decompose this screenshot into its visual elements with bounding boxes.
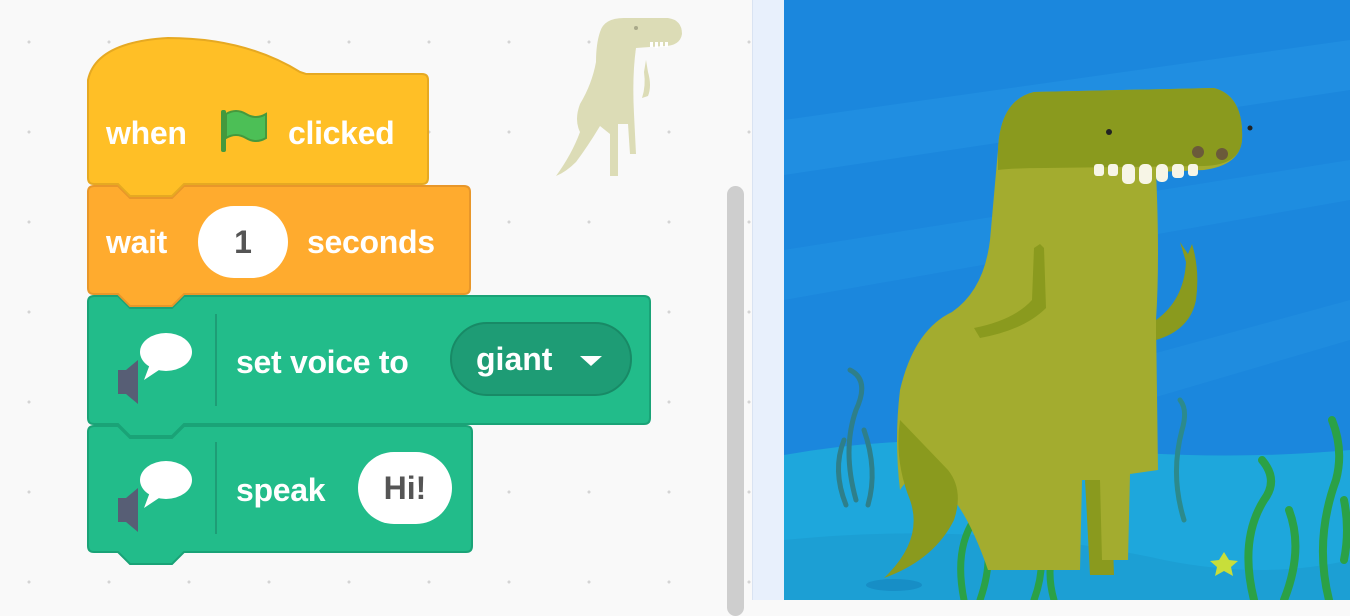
code-workspace[interactable]: when clicked wait 1 seconds set voice to… <box>0 0 752 616</box>
dropdown-caret-icon <box>580 356 602 366</box>
green-flag-icon <box>221 110 267 152</box>
text-to-speech-icon <box>118 333 192 404</box>
voice-dropdown[interactable]: giant <box>450 322 632 396</box>
speak-text-input[interactable]: Hi! <box>358 452 452 524</box>
stage[interactable] <box>784 0 1350 600</box>
clicked-label: clicked <box>288 115 395 151</box>
block-icon-separator <box>215 314 217 406</box>
block-icon-separator <box>215 442 217 534</box>
workspace-vertical-scrollbar[interactable] <box>727 186 744 616</box>
workspace-stage-divider <box>752 0 785 600</box>
text-to-speech-icon <box>118 461 192 532</box>
speak-label: speak <box>236 472 326 508</box>
when-label: when <box>106 115 187 151</box>
set-voice-label: set voice to <box>236 344 409 380</box>
seconds-label: seconds <box>307 224 435 260</box>
voice-dropdown-value: giant <box>476 341 553 377</box>
dinosaur-sprite[interactable] <box>784 0 1350 600</box>
wait-label: wait <box>106 224 168 260</box>
wait-seconds-input[interactable]: 1 <box>198 206 288 278</box>
